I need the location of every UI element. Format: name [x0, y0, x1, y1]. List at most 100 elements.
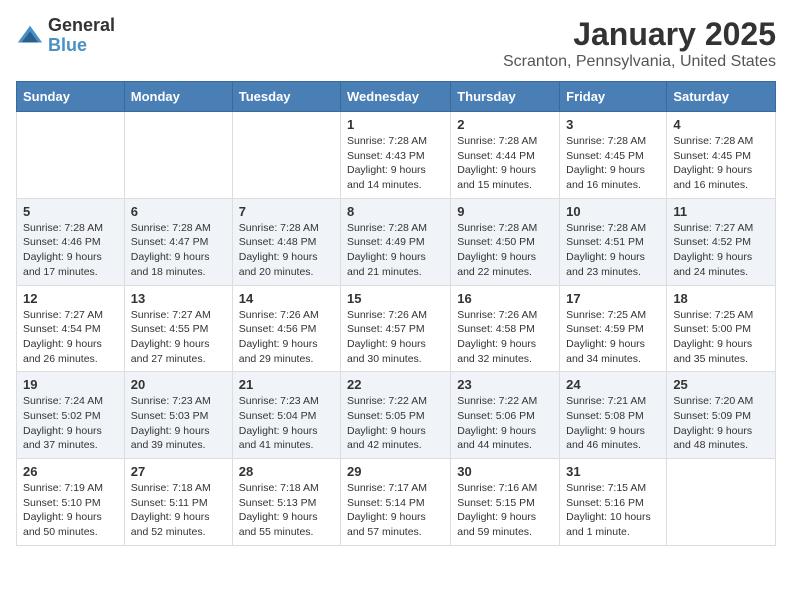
day-cell: 6Sunrise: 7:28 AM Sunset: 4:47 PM Daylig…	[124, 198, 232, 285]
day-cell: 9 Sunrise: 7:28 AM Sunset: 4:50 PM Daylig…	[451, 198, 560, 285]
day-info: Sunrise: 7:19 AM Sunset: 5:10 PM Dayligh…	[23, 481, 118, 540]
header-row: SundayMondayTuesdayWednesdayThursdayFrid…	[17, 82, 776, 112]
calendar-table: SundayMondayTuesdayWednesdayThursdayFrid…	[16, 81, 776, 546]
day-cell: 20 Sunrise: 7:23 AM Sunset: 5:03 PM Dayli…	[124, 372, 232, 459]
day-number: 17	[566, 291, 660, 306]
day-info: Sunrise: 7:22 AM Sunset: 5:06 PM Dayligh…	[457, 394, 553, 453]
day-number: 12	[23, 291, 118, 306]
day-number: 7	[239, 204, 334, 219]
day-cell: 11 Sunrise: 7:27 AM Sunset: 4:52 PM Dayli…	[667, 198, 776, 285]
day-number: 21	[239, 377, 334, 392]
day-info: Sunrise: 7:28 AM Sunset: 4:47 PM Dayligh…	[131, 221, 226, 280]
day-cell: 17Sunrise: 7:25 AM Sunset: 4:59 PM Dayli…	[560, 285, 667, 372]
day-cell	[667, 459, 776, 546]
day-info: Sunrise: 7:16 AM Sunset: 5:15 PM Dayligh…	[457, 481, 553, 540]
day-cell: 23 Sunrise: 7:22 AM Sunset: 5:06 PM Dayli…	[451, 372, 560, 459]
day-cell: 24 Sunrise: 7:21 AM Sunset: 5:08 PM Dayli…	[560, 372, 667, 459]
day-cell: 19Sunrise: 7:24 AM Sunset: 5:02 PM Dayli…	[17, 372, 125, 459]
calendar-subtitle: Scranton, Pennsylvania, United States	[503, 53, 776, 71]
header-cell-saturday: Saturday	[667, 82, 776, 112]
day-info: Sunrise: 7:27 AM Sunset: 4:55 PM Dayligh…	[131, 308, 226, 367]
day-number: 31	[566, 464, 660, 479]
day-cell: 28Sunrise: 7:18 AM Sunset: 5:13 PM Dayli…	[232, 459, 340, 546]
day-cell: 10 Sunrise: 7:28 AM Sunset: 4:51 PM Dayli…	[560, 198, 667, 285]
day-info: Sunrise: 7:26 AM Sunset: 4:57 PM Dayligh…	[347, 308, 444, 367]
day-number: 28	[239, 464, 334, 479]
day-info: Sunrise: 7:26 AM Sunset: 4:58 PM Dayligh…	[457, 308, 553, 367]
day-number: 14	[239, 291, 334, 306]
day-cell: 26Sunrise: 7:19 AM Sunset: 5:10 PM Dayli…	[17, 459, 125, 546]
day-info: Sunrise: 7:28 AM Sunset: 4:44 PM Dayligh…	[457, 134, 553, 193]
day-cell: 4Sunrise: 7:28 AM Sunset: 4:45 PM Daylig…	[667, 112, 776, 199]
day-info: Sunrise: 7:28 AM Sunset: 4:45 PM Dayligh…	[566, 134, 660, 193]
logo: General Blue	[16, 16, 115, 56]
header-cell-tuesday: Tuesday	[232, 82, 340, 112]
week-row-2: 5Sunrise: 7:28 AM Sunset: 4:46 PM Daylig…	[17, 198, 776, 285]
calendar-body: 1Sunrise: 7:28 AM Sunset: 4:43 PM Daylig…	[17, 112, 776, 546]
day-info: Sunrise: 7:21 AM Sunset: 5:08 PM Dayligh…	[566, 394, 660, 453]
day-cell: 12 Sunrise: 7:27 AM Sunset: 4:54 PM Dayli…	[17, 285, 125, 372]
logo-general-text: General	[48, 16, 115, 36]
day-number: 20	[131, 377, 226, 392]
day-info: Sunrise: 7:27 AM Sunset: 4:54 PM Dayligh…	[23, 308, 118, 367]
logo-blue-text: Blue	[48, 36, 115, 56]
day-info: Sunrise: 7:22 AM Sunset: 5:05 PM Dayligh…	[347, 394, 444, 453]
day-info: Sunrise: 7:28 AM Sunset: 4:43 PM Dayligh…	[347, 134, 444, 193]
day-cell: 1Sunrise: 7:28 AM Sunset: 4:43 PM Daylig…	[341, 112, 451, 199]
day-info: Sunrise: 7:26 AM Sunset: 4:56 PM Dayligh…	[239, 308, 334, 367]
calendar-header: SundayMondayTuesdayWednesdayThursdayFrid…	[17, 82, 776, 112]
day-cell: 8Sunrise: 7:28 AM Sunset: 4:49 PM Daylig…	[341, 198, 451, 285]
week-row-3: 12 Sunrise: 7:27 AM Sunset: 4:54 PM Dayli…	[17, 285, 776, 372]
day-number: 10	[566, 204, 660, 219]
day-number: 24	[566, 377, 660, 392]
logo-icon	[16, 22, 44, 50]
day-cell: 3 Sunrise: 7:28 AM Sunset: 4:45 PM Daylig…	[560, 112, 667, 199]
day-cell: 13 Sunrise: 7:27 AM Sunset: 4:55 PM Dayli…	[124, 285, 232, 372]
calendar-title: January 2025	[503, 16, 776, 53]
day-info: Sunrise: 7:28 AM Sunset: 4:50 PM Dayligh…	[457, 221, 553, 280]
day-info: Sunrise: 7:23 AM Sunset: 5:03 PM Dayligh…	[131, 394, 226, 453]
day-cell: 21Sunrise: 7:23 AM Sunset: 5:04 PM Dayli…	[232, 372, 340, 459]
day-number: 13	[131, 291, 226, 306]
day-number: 9	[457, 204, 553, 219]
day-number: 25	[673, 377, 769, 392]
week-row-4: 19Sunrise: 7:24 AM Sunset: 5:02 PM Dayli…	[17, 372, 776, 459]
day-number: 30	[457, 464, 553, 479]
day-cell: 14 Sunrise: 7:26 AM Sunset: 4:56 PM Dayli…	[232, 285, 340, 372]
day-info: Sunrise: 7:17 AM Sunset: 5:14 PM Dayligh…	[347, 481, 444, 540]
day-number: 3	[566, 117, 660, 132]
day-info: Sunrise: 7:28 AM Sunset: 4:51 PM Dayligh…	[566, 221, 660, 280]
day-number: 23	[457, 377, 553, 392]
day-cell: 25 Sunrise: 7:20 AM Sunset: 5:09 PM Dayli…	[667, 372, 776, 459]
header-cell-thursday: Thursday	[451, 82, 560, 112]
day-number: 2	[457, 117, 553, 132]
day-number: 15	[347, 291, 444, 306]
day-info: Sunrise: 7:28 AM Sunset: 4:46 PM Dayligh…	[23, 221, 118, 280]
day-cell: 7 Sunrise: 7:28 AM Sunset: 4:48 PM Daylig…	[232, 198, 340, 285]
day-number: 22	[347, 377, 444, 392]
header-cell-sunday: Sunday	[17, 82, 125, 112]
day-cell: 5Sunrise: 7:28 AM Sunset: 4:46 PM Daylig…	[17, 198, 125, 285]
day-cell: 18Sunrise: 7:25 AM Sunset: 5:00 PM Dayli…	[667, 285, 776, 372]
header-cell-friday: Friday	[560, 82, 667, 112]
day-cell: 22 Sunrise: 7:22 AM Sunset: 5:05 PM Dayli…	[341, 372, 451, 459]
day-info: Sunrise: 7:18 AM Sunset: 5:11 PM Dayligh…	[131, 481, 226, 540]
day-cell	[232, 112, 340, 199]
day-cell	[17, 112, 125, 199]
day-info: Sunrise: 7:24 AM Sunset: 5:02 PM Dayligh…	[23, 394, 118, 453]
day-number: 4	[673, 117, 769, 132]
week-row-1: 1Sunrise: 7:28 AM Sunset: 4:43 PM Daylig…	[17, 112, 776, 199]
day-number: 11	[673, 204, 769, 219]
header-cell-wednesday: Wednesday	[341, 82, 451, 112]
day-cell: 30 Sunrise: 7:16 AM Sunset: 5:15 PM Dayli…	[451, 459, 560, 546]
day-info: Sunrise: 7:20 AM Sunset: 5:09 PM Dayligh…	[673, 394, 769, 453]
day-number: 18	[673, 291, 769, 306]
day-info: Sunrise: 7:27 AM Sunset: 4:52 PM Dayligh…	[673, 221, 769, 280]
day-number: 16	[457, 291, 553, 306]
day-cell: 27 Sunrise: 7:18 AM Sunset: 5:11 PM Dayli…	[124, 459, 232, 546]
day-info: Sunrise: 7:28 AM Sunset: 4:48 PM Dayligh…	[239, 221, 334, 280]
day-cell: 31Sunrise: 7:15 AM Sunset: 5:16 PM Dayli…	[560, 459, 667, 546]
header-cell-monday: Monday	[124, 82, 232, 112]
day-cell: 2 Sunrise: 7:28 AM Sunset: 4:44 PM Daylig…	[451, 112, 560, 199]
day-number: 27	[131, 464, 226, 479]
